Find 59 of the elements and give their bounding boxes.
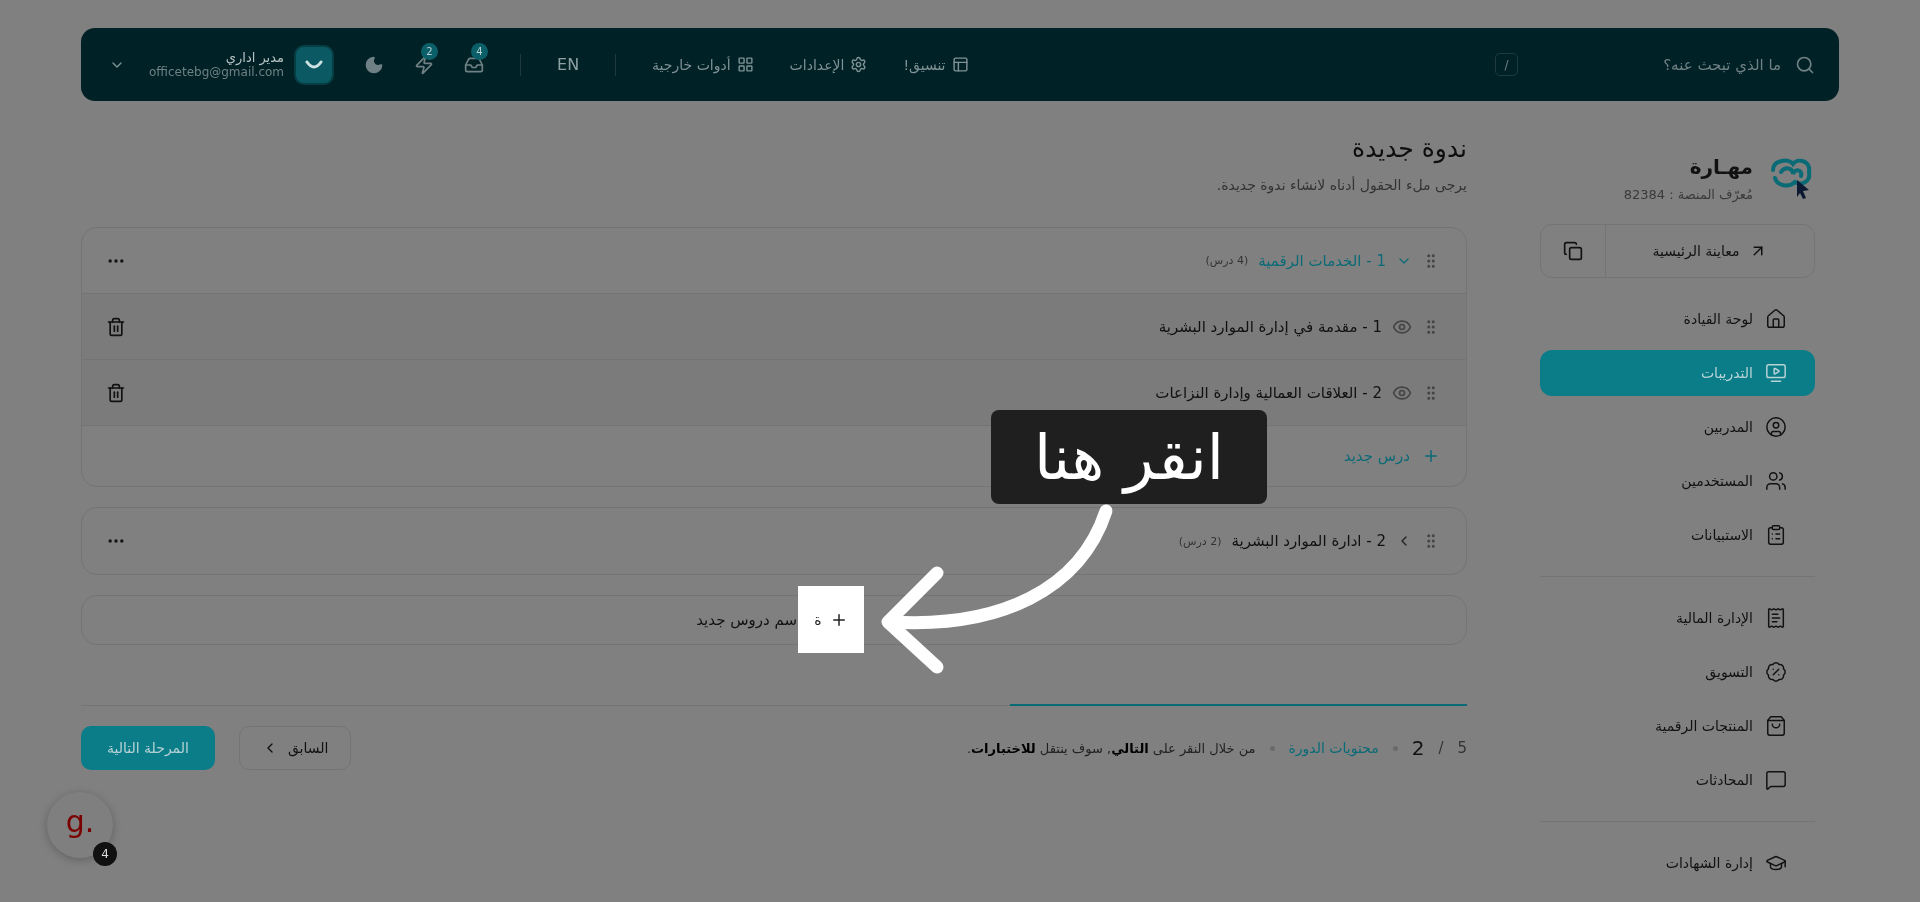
sidebar-item[interactable]: الإدارة المالية: [1540, 595, 1815, 641]
shortcut-key: /: [1495, 53, 1518, 76]
moon-icon[interactable]: [364, 54, 385, 75]
sidebar-item[interactable]: الاستبيانات: [1540, 512, 1815, 558]
language-button[interactable]: EN: [557, 55, 580, 74]
page-title: ندوة جديدة: [1351, 133, 1467, 165]
sidebar-item[interactable]: التدريبات: [1540, 350, 1815, 396]
step-separator: /: [1438, 739, 1444, 757]
sidebar-item[interactable]: المنتجات الرقمية: [1540, 703, 1815, 749]
lesson-count: (4 درس): [1205, 254, 1249, 267]
brand-name: مهـارة: [1688, 155, 1753, 179]
users-icon: [1765, 470, 1787, 492]
home-icon: [1765, 308, 1787, 330]
percent-icon: [1765, 661, 1787, 683]
lesson-count: (2 درس): [1178, 534, 1222, 548]
user-email: officetebg@gmail.com: [149, 65, 285, 79]
grid-icon: [736, 56, 754, 73]
user-icon: [1765, 416, 1787, 438]
tutorial-callout: انقر هنا: [991, 410, 1267, 504]
bag-icon: [1765, 715, 1787, 737]
step-current: 2: [1411, 736, 1425, 760]
avatar[interactable]: [294, 44, 335, 85]
sidebar-item[interactable]: إدارة الشهادات: [1540, 840, 1815, 886]
trash-icon[interactable]: [106, 316, 126, 337]
layout-icon: [951, 56, 969, 73]
add-lesson-label: درس جديد: [1343, 447, 1410, 465]
trash-icon[interactable]: [106, 382, 126, 403]
sidebar-item[interactable]: المستخدمين: [1540, 458, 1815, 504]
video-icon: [1765, 362, 1787, 384]
lesson-title[interactable]: 1 - مقدمة في إدارة الموارد البشرية: [1158, 317, 1382, 336]
sidebar-item[interactable]: المدربين: [1540, 404, 1815, 450]
count-badge: 4: [471, 42, 489, 60]
clipboard-icon: [1765, 524, 1787, 546]
nav-link[interactable]: تنسيق!: [903, 56, 969, 73]
count-badge: 4: [93, 842, 117, 866]
nav-link[interactable]: الإعدادات: [789, 56, 868, 73]
nav-link[interactable]: أدوات خارجية: [652, 56, 754, 73]
sidebar-item[interactable]: لوحة القيادة: [1540, 296, 1815, 342]
hint-text: من خلال النقر على التالي, سوف ينتقل للاختبارات.: [966, 740, 1256, 756]
copy-icon[interactable]: [1563, 241, 1583, 261]
count-badge: 2: [421, 42, 439, 60]
receipt-icon: [1765, 607, 1787, 629]
chat-icon: [1765, 769, 1787, 791]
previous-button[interactable]: السابق: [238, 726, 352, 770]
section-title[interactable]: 2 - ادارة الموارد البشرية: [1231, 532, 1386, 550]
next-button[interactable]: المرحلة التالية: [81, 726, 215, 770]
settings-icon: [850, 56, 868, 73]
platform-id: مُعرّف المنصة : 82384: [1623, 187, 1753, 202]
user-name: مدير اداري: [225, 50, 285, 65]
preview-button[interactable]: معاينة الرئيسية: [1605, 225, 1814, 277]
page-subtitle: يرجى ملء الحقول أدناه لانشاء ندوة جديدة.: [1215, 177, 1467, 193]
sidebar-item[interactable]: المحادثات: [1540, 757, 1815, 803]
step-total: 5: [1457, 739, 1467, 757]
highlight-text: ة: [814, 611, 822, 628]
plus-icon: [1422, 447, 1440, 465]
sidebar-item[interactable]: التسويق: [1540, 649, 1815, 695]
search-icon: [1795, 54, 1815, 75]
search-field[interactable]: ما الذي تبحث عنه؟: [1530, 54, 1783, 75]
lesson-title[interactable]: 2 - العلاقات العمالية وإدارة النزاعات: [1155, 383, 1382, 402]
